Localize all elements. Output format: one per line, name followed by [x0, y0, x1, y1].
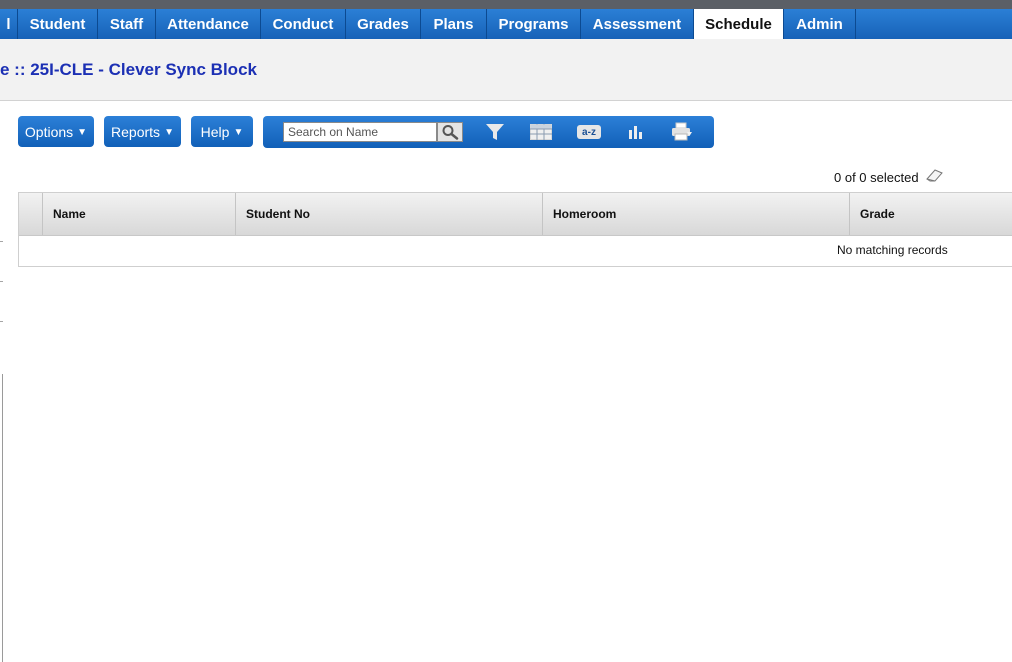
- eraser-icon[interactable]: [925, 167, 945, 188]
- filter-icon[interactable]: [483, 122, 507, 142]
- chart-icon[interactable]: [625, 122, 647, 142]
- side-divider: [0, 321, 3, 322]
- tab-programs[interactable]: Programs: [487, 9, 581, 39]
- tab-admin[interactable]: Admin: [784, 9, 856, 39]
- reports-button[interactable]: Reports ▼: [104, 116, 181, 147]
- tab-student[interactable]: Student: [18, 9, 98, 39]
- tab-partial[interactable]: l: [0, 9, 18, 39]
- tab-grades[interactable]: Grades: [346, 9, 421, 39]
- search-input[interactable]: [283, 122, 437, 142]
- tab-attendance[interactable]: Attendance: [156, 9, 261, 39]
- chevron-down-icon: ▼: [77, 127, 88, 138]
- column-header-name[interactable]: Name: [42, 193, 236, 235]
- side-divider: [0, 281, 3, 282]
- grid-icon[interactable]: [529, 122, 553, 142]
- student-table: Name Student No Homeroom Grade No matchi…: [18, 192, 1012, 267]
- title-bar: e :: 25I-CLE - Clever Sync Block: [0, 39, 1012, 101]
- help-label: Help: [200, 123, 230, 140]
- sort-az-label: a-z: [577, 125, 601, 139]
- options-label: Options: [24, 123, 74, 140]
- search-icon: [442, 125, 459, 140]
- tab-schedule[interactable]: Schedule: [694, 9, 784, 39]
- side-panel-edge: [0, 374, 3, 662]
- reports-label: Reports: [111, 123, 161, 140]
- tab-assessment[interactable]: Assessment: [581, 9, 694, 39]
- column-header-homeroom[interactable]: Homeroom: [542, 193, 850, 235]
- selected-count: 0 of 0 selected: [834, 170, 919, 185]
- column-header-student-no[interactable]: Student No: [235, 193, 543, 235]
- side-divider: [0, 241, 3, 242]
- page-title: e :: 25I-CLE - Clever Sync Block: [0, 60, 257, 79]
- tab-staff[interactable]: Staff: [98, 9, 156, 39]
- empty-message: No matching records: [837, 243, 948, 257]
- window-top-strip: [0, 0, 1012, 9]
- chevron-down-icon: ▼: [233, 127, 244, 138]
- sort-az-icon[interactable]: a-z: [575, 122, 603, 142]
- search-button[interactable]: [437, 122, 463, 142]
- list-toolbar: a-z: [263, 116, 714, 148]
- print-icon[interactable]: [669, 122, 695, 142]
- tab-plans[interactable]: Plans: [421, 9, 487, 39]
- help-button[interactable]: Help ▼: [191, 116, 253, 147]
- tab-conduct[interactable]: Conduct: [261, 9, 346, 39]
- table-header: Name Student No Homeroom Grade: [19, 193, 1012, 236]
- select-column[interactable]: [19, 193, 43, 235]
- main-nav: l Student Staff Attendance Conduct Grade…: [0, 9, 1012, 39]
- options-button[interactable]: Options ▼: [18, 116, 94, 147]
- column-header-grade[interactable]: Grade: [849, 193, 1012, 235]
- chevron-down-icon: ▼: [164, 127, 174, 138]
